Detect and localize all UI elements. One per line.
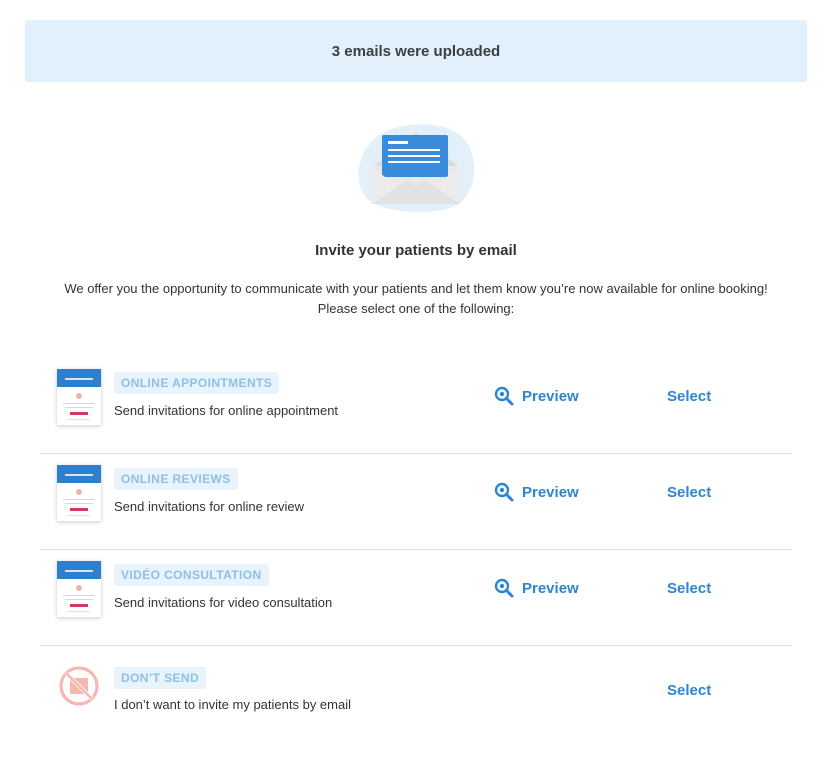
option-subtitle: Send invitations for online review [114, 499, 305, 514]
select-button[interactable]: Select [667, 682, 711, 699]
email-template-thumbnail [57, 465, 101, 521]
preview-label: Preview [522, 483, 579, 501]
upload-status-text: 3 emails were uploaded [331, 42, 501, 60]
no-email-icon [59, 666, 99, 706]
option-row-online-appointments: ONLINE APPOINTMENTS Send invitations for… [40, 357, 792, 454]
option-row-online-reviews: ONLINE REVIEWS Send invitations for onli… [40, 453, 792, 550]
envelope-letter-icon [358, 124, 475, 213]
option-badge: ONLINE APPOINTMENTS [114, 372, 280, 394]
page-description: We offer you the opportunity to communic… [40, 279, 792, 319]
description-line-2: Please select one of the following: [317, 301, 515, 316]
preview-button[interactable]: Preview [494, 482, 579, 502]
select-button[interactable]: Select [667, 580, 711, 597]
email-template-thumbnail [57, 561, 101, 617]
option-subtitle: I don’t want to invite my patients by em… [114, 697, 352, 712]
option-subtitle: Send invitations for online appointment [114, 403, 339, 418]
description-line-1: We offer you the opportunity to communic… [64, 281, 768, 296]
option-row-video-consultation: VIDÉO CONSULTATION Send invitations for … [40, 549, 792, 646]
magnifier-eye-icon [494, 578, 514, 598]
option-row-dont-send: DON’T SEND I don’t want to invite my pat… [40, 645, 792, 741]
upload-status-banner: 3 emails were uploaded [25, 20, 807, 82]
page-title: Invite your patients by email [315, 242, 517, 259]
select-button[interactable]: Select [667, 484, 711, 501]
magnifier-eye-icon [494, 386, 514, 406]
option-badge: ONLINE REVIEWS [114, 468, 238, 490]
preview-label: Preview [522, 579, 579, 597]
preview-button[interactable]: Preview [494, 578, 579, 598]
option-badge: VIDÉO CONSULTATION [114, 564, 269, 586]
preview-label: Preview [522, 387, 579, 405]
magnifier-eye-icon [494, 482, 514, 502]
option-subtitle: Send invitations for video consultation [114, 595, 333, 610]
select-button[interactable]: Select [667, 388, 711, 405]
option-badge: DON’T SEND [114, 667, 207, 689]
preview-button[interactable]: Preview [494, 386, 579, 406]
email-template-thumbnail [57, 369, 101, 425]
